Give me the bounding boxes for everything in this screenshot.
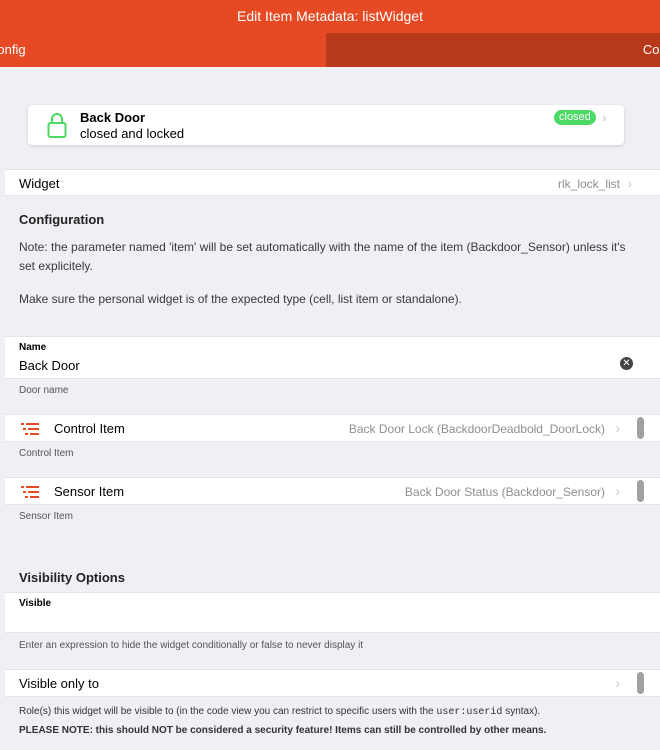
visible-field[interactable]: Visible <box>5 592 660 633</box>
visible-only-to-row[interactable]: Visible only to › <box>5 669 660 697</box>
role-note-pre: Role(s) this widget will be visible to (… <box>19 706 437 717</box>
tab-config[interactable]: Config <box>0 33 326 67</box>
scrollbar-handle[interactable] <box>637 417 644 439</box>
widget-value: rlk_lock_list <box>557 177 620 191</box>
card-title: Back Door <box>80 110 146 125</box>
control-item-label: Control Item <box>54 421 125 436</box>
name-field[interactable]: Name Back Door ✕ <box>5 336 660 379</box>
configuration-type-note: Make sure the personal widget is of the … <box>19 292 462 306</box>
status-badge: closed <box>554 110 596 125</box>
role-note-code: user:userid <box>436 707 503 718</box>
chevron-right-icon: › <box>602 109 607 125</box>
tab-code[interactable]: Code <box>326 33 660 67</box>
name-field-label: Name <box>19 342 47 353</box>
visibility-title: Visibility Options <box>19 570 125 585</box>
tab-bar: Config Code <box>0 33 660 67</box>
widget-row[interactable]: Widget rlk_lock_list › <box>5 169 660 196</box>
list-icon <box>21 423 39 435</box>
name-field-value[interactable]: Back Door <box>19 358 80 373</box>
chevron-right-icon: › <box>615 420 620 436</box>
visible-field-label: Visible <box>19 598 52 609</box>
window-title: Edit Item Metadata: listWidget <box>0 0 660 33</box>
name-field-help: Door name <box>19 385 69 396</box>
control-item-value: Back Door Lock (BackdoorDeadbold_DoorLoc… <box>348 422 605 436</box>
item-preview-card[interactable]: Back Door closed and locked closed › <box>28 105 624 145</box>
chevron-right-icon: › <box>615 483 620 499</box>
scrollbar-handle[interactable] <box>637 480 644 502</box>
chevron-right-icon: › <box>615 675 620 691</box>
sensor-item-value: Back Door Status (Backdoor_Sensor) <box>404 485 605 499</box>
configuration-title: Configuration <box>19 212 105 227</box>
role-note-post: syntax). <box>502 706 541 717</box>
list-icon <box>21 486 39 498</box>
scrollbar-handle[interactable] <box>637 672 644 694</box>
sensor-item-help: Sensor Item <box>19 511 73 522</box>
sensor-item-row[interactable]: Sensor Item Back Door Status (Backdoor_S… <box>5 477 660 505</box>
clear-icon[interactable]: ✕ <box>620 357 633 370</box>
security-warning: PLEASE NOTE: this should NOT be consider… <box>19 725 547 736</box>
visible-field-help: Enter an expression to hide the widget c… <box>19 640 364 651</box>
chevron-right-icon: › <box>627 175 632 191</box>
control-item-help: Control Item <box>19 448 74 459</box>
widget-label: Widget <box>19 176 60 191</box>
sensor-item-label: Sensor Item <box>54 484 125 499</box>
visible-only-to-label: Visible only to <box>19 676 99 691</box>
lock-icon <box>47 113 67 138</box>
visible-input[interactable] <box>19 613 619 631</box>
role-note: Role(s) this widget will be visible to (… <box>19 703 649 740</box>
tab-code-label: Code <box>642 42 660 57</box>
control-item-row[interactable]: Control Item Back Door Lock (BackdoorDea… <box>5 414 660 442</box>
configuration-note: Note: the parameter named 'item' will be… <box>19 240 626 273</box>
card-subtitle: closed and locked <box>80 126 185 141</box>
